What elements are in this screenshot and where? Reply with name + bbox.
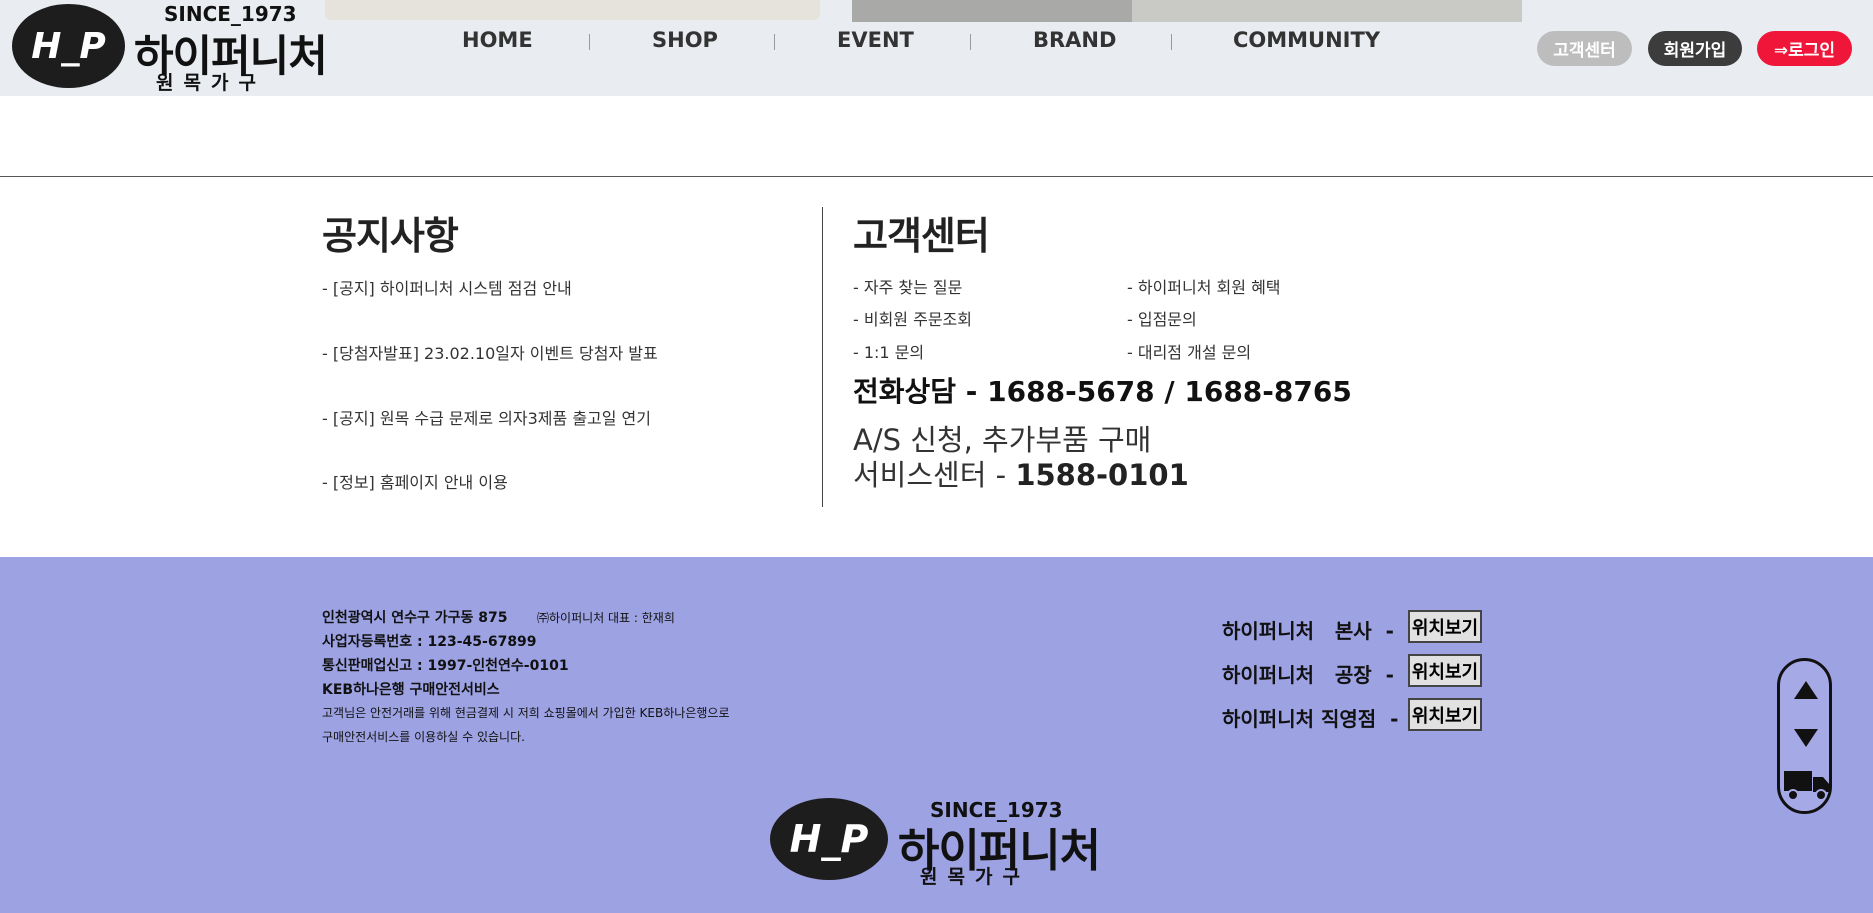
member-benefit-link[interactable]: - 하이퍼니처 회원 혜택 (1127, 274, 1281, 298)
nav-home[interactable]: HOME (462, 28, 533, 52)
join-button[interactable]: 회원가입 (1648, 31, 1742, 66)
login-button[interactable]: ⇒로그인 (1757, 31, 1852, 66)
company-ceo: ㈜하이퍼니처 대표 : 한재희 (537, 611, 675, 625)
site-logo[interactable]: H_P SINCE_1973 하이퍼니처 원목가구 (12, 2, 328, 94)
site-header: H_P SINCE_1973 하이퍼니처 원목가구 HOME SHOP EVEN… (0, 0, 1873, 96)
escrow-text: 고객님은 안전거래를 위해 현금결제 시 저희 쇼핑몰에서 가입한 KEB하나은… (322, 706, 730, 720)
partner-inquiry-link[interactable]: - 입점문의 (1127, 306, 1197, 330)
notice-item[interactable]: - [당첨자발표] 23.02.10일자 이벤트 당첨자 발표 (322, 340, 658, 364)
faq-link[interactable]: - 자주 찾는 질문 (853, 274, 962, 298)
customer-center-section: 고객센터 - 자주 찾는 질문 - 비회원 주문조회 - 1:1 문의 - 하이… (853, 205, 1453, 492)
view-location-button[interactable]: 위치보기 (1408, 654, 1482, 687)
agency-inquiry-link[interactable]: - 대리점 개설 문의 (1127, 339, 1251, 363)
nav-event[interactable]: EVENT (837, 28, 914, 52)
triangle-up-icon[interactable] (1794, 681, 1818, 699)
logo-sub: 원목가구 (920, 866, 1030, 888)
service-center-label: 서비스센터 - (853, 458, 1016, 492)
nav-shop[interactable]: SHOP (652, 28, 718, 52)
service-center-number: 1588-0101 (1015, 458, 1189, 492)
column-divider (822, 207, 823, 507)
notice-section: 공지사항 - [공지] 하이퍼니처 시스템 점검 안내 - [당첨자발표] 23… (322, 205, 792, 492)
location-label: 하이퍼니처 직영점 - (1222, 707, 1399, 731)
mail-order-number: 통신판매업신고 : 1997-인천연수-0101 (322, 658, 569, 674)
location-label: 하이퍼니처 공장 - (1222, 663, 1394, 687)
nav-divider (1171, 34, 1172, 50)
logo-mark: H_P (12, 4, 125, 88)
company-address: 인천광역시 연수구 가구동 875 (322, 610, 508, 626)
banner-image-left (325, 0, 820, 20)
escrow-text: 구매안전서비스를 이용하실 수 있습니다. (322, 730, 525, 744)
truck-icon[interactable] (1783, 768, 1831, 802)
location-label: 하이퍼니처 본사 - (1222, 619, 1394, 643)
section-divider (0, 176, 1873, 177)
view-location-button[interactable]: 위치보기 (1408, 698, 1482, 731)
inquiry-link[interactable]: - 1:1 문의 (853, 339, 924, 363)
footer-logo[interactable]: H_P SINCE_1973 하이퍼니처 원목가구 (770, 798, 1101, 888)
view-location-button[interactable]: 위치보기 (1408, 610, 1482, 643)
nav-divider (589, 34, 590, 50)
nav-divider (774, 34, 775, 50)
customer-center-button[interactable]: 고객센터 (1537, 31, 1632, 66)
customer-center-title: 고객센터 (853, 214, 990, 258)
logo-mark: H_P (770, 798, 888, 880)
banner-image-right (852, 0, 1522, 22)
notice-title: 공지사항 (322, 214, 459, 258)
quick-scroll-widget (1777, 658, 1832, 814)
escrow-title: KEB하나은행 구매안전서비스 (322, 682, 500, 698)
triangle-down-icon[interactable] (1794, 729, 1818, 747)
service-center: 서비스센터 - 1588-0101 (853, 452, 1189, 494)
notice-item[interactable]: - [공지] 원목 수급 문제로 의자3제품 출고일 연기 (322, 405, 651, 429)
phone-consult: 전화상담 - 1688-5678 / 1688-8765 (853, 375, 1352, 408)
business-number: 사업자등록번호 : 123-45-67899 (322, 634, 537, 650)
nav-brand[interactable]: BRAND (1033, 28, 1116, 52)
notice-item[interactable]: - [정보] 홈페이지 안내 이용 (322, 469, 508, 493)
notice-item[interactable]: - [공지] 하이퍼니처 시스템 점검 안내 (322, 275, 572, 299)
logo-sub: 원목가구 (156, 72, 266, 94)
nav-divider (970, 34, 971, 50)
guest-order-link[interactable]: - 비회원 주문조회 (853, 306, 972, 330)
nav-community[interactable]: COMMUNITY (1233, 28, 1380, 52)
